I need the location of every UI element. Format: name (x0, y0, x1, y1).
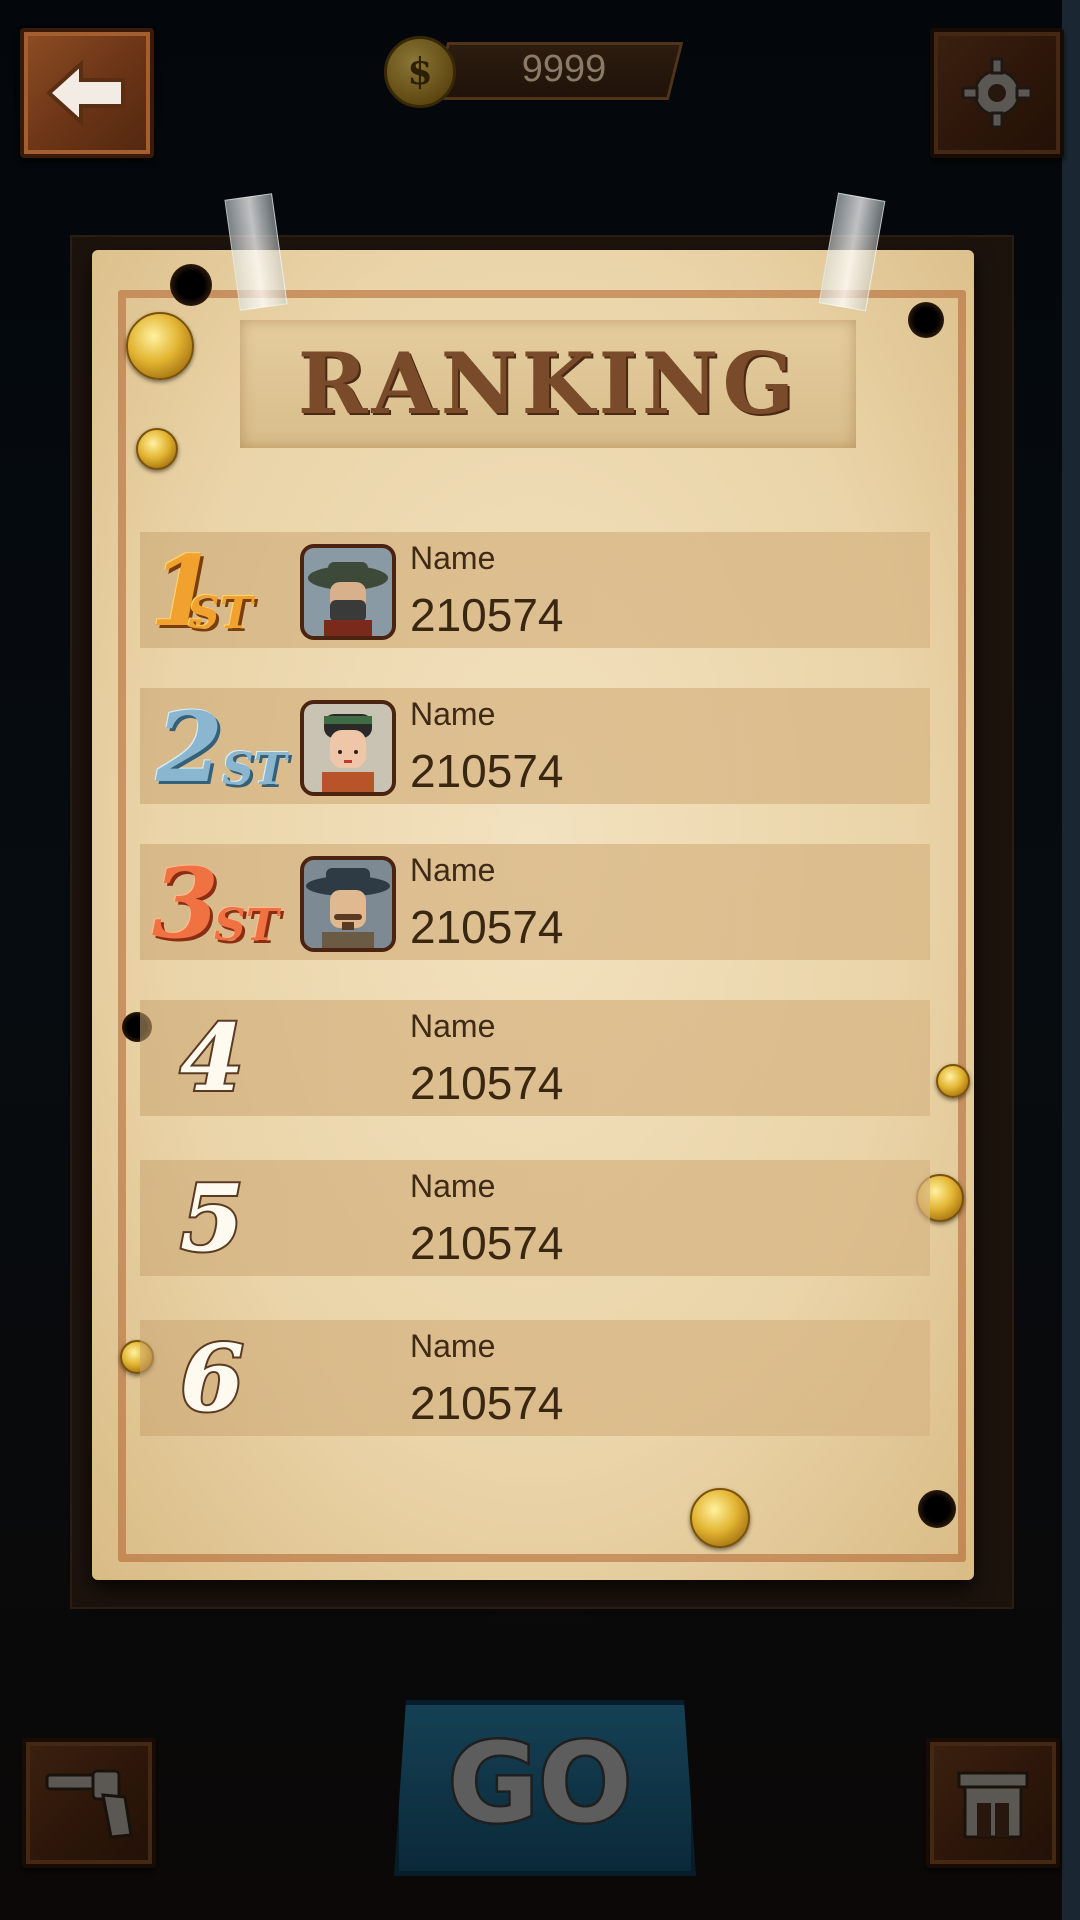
gear-icon (961, 57, 1033, 129)
player-name: Name (410, 696, 496, 732)
rank-number: 6 (178, 1324, 246, 1432)
rank-suffix: ST (214, 900, 279, 951)
rank-number: 2 (156, 691, 223, 804)
rank-number: 4 (178, 1004, 246, 1112)
player-name: Name (410, 540, 496, 576)
player-avatar-cowgirl (300, 700, 396, 796)
player-score: 210574 (410, 745, 564, 797)
rank-suffix: ST (222, 744, 287, 795)
saloon-icon (957, 1771, 1029, 1839)
bullet-hole (170, 264, 212, 306)
coin-counter: $ 9999 (384, 36, 684, 108)
player-name: Name (410, 1008, 496, 1044)
edge-strip (1062, 0, 1080, 1920)
rank-number: 5 (178, 1164, 246, 1272)
weapon-button[interactable] (22, 1738, 156, 1868)
rank-suffix: ST (188, 588, 253, 639)
rank-number: 3 (152, 847, 219, 960)
player-score: 210574 (410, 589, 564, 641)
page-title: RANKING (297, 334, 799, 433)
player-score: 210574 (410, 1377, 564, 1429)
bullet-shell-icon (936, 1064, 970, 1098)
player-avatar-bandit (300, 544, 396, 640)
bullet-shell-icon (690, 1488, 750, 1548)
back-button[interactable] (20, 28, 154, 158)
bullet-hole (908, 302, 944, 338)
revolver-icon (45, 1769, 133, 1839)
player-name: Name (410, 1168, 496, 1204)
bullet-shell-icon (136, 428, 178, 470)
coin-icon: $ (384, 36, 456, 108)
back-arrow-icon (46, 59, 125, 127)
player-score: 210574 (410, 1057, 564, 1109)
go-button-label[interactable]: GO (394, 1700, 686, 1866)
coin-value: 9999 (521, 48, 607, 90)
player-score: 210574 (410, 901, 564, 953)
player-name: Name (410, 852, 496, 888)
shop-button[interactable] (926, 1738, 1060, 1868)
bullet-hole (918, 1490, 956, 1528)
bullet-shell-icon (126, 312, 194, 380)
player-name: Name (410, 1328, 496, 1364)
player-avatar-sheriff (300, 856, 396, 952)
settings-button[interactable] (930, 28, 1064, 158)
player-score: 210574 (410, 1217, 564, 1269)
